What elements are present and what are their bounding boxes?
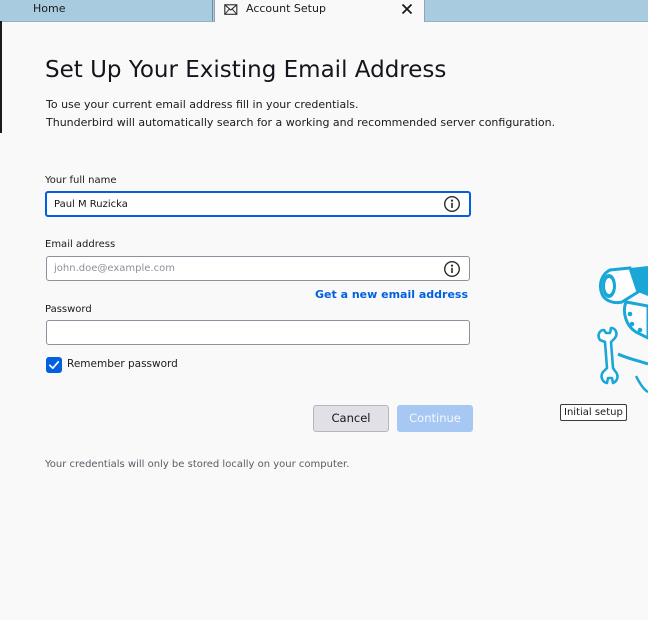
tab-home-label: Home	[33, 2, 66, 15]
info-icon[interactable]	[443, 260, 461, 278]
megaphone-wrench-illustration	[597, 266, 648, 394]
envelope-icon	[224, 4, 238, 15]
intro-line-2: Thunderbird will automatically search fo…	[46, 116, 556, 129]
tab-account-setup[interactable]: Account Setup	[214, 0, 425, 22]
info-icon[interactable]	[443, 195, 461, 213]
full-name-label: Your full name	[45, 175, 117, 186]
initial-setup-tooltip: Initial setup	[560, 404, 627, 421]
close-icon[interactable]	[399, 1, 415, 17]
remember-password-label: Remember password	[67, 358, 178, 370]
get-new-email-link[interactable]: Get a new email address	[315, 288, 468, 301]
checkmark-icon	[48, 360, 60, 370]
tab-home[interactable]: Home	[0, 0, 213, 21]
email-input[interactable]	[54, 257, 434, 280]
page-title: Set Up Your Existing Email Address	[45, 57, 447, 83]
tab-account-setup-label: Account Setup	[246, 2, 326, 15]
password-input[interactable]	[54, 321, 434, 344]
intro-line-1: To use your current email address fill i…	[46, 98, 359, 111]
continue-button[interactable]: Continue	[397, 405, 473, 432]
tab-strip: Home Account Setup	[0, 0, 648, 22]
cancel-button[interactable]: Cancel	[313, 405, 389, 432]
setup-illustration	[596, 266, 648, 400]
password-label: Password	[45, 304, 92, 315]
remember-password-checkbox[interactable]	[46, 357, 62, 373]
full-name-input[interactable]	[54, 193, 434, 215]
full-name-field[interactable]	[45, 191, 471, 217]
window-edge	[0, 21, 2, 133]
credentials-note: Your credentials will only be stored loc…	[45, 459, 350, 470]
intro-text: To use your current email address fill i…	[46, 96, 555, 132]
email-label: Email address	[45, 239, 116, 250]
email-field[interactable]	[46, 256, 470, 281]
password-field[interactable]	[46, 320, 470, 345]
